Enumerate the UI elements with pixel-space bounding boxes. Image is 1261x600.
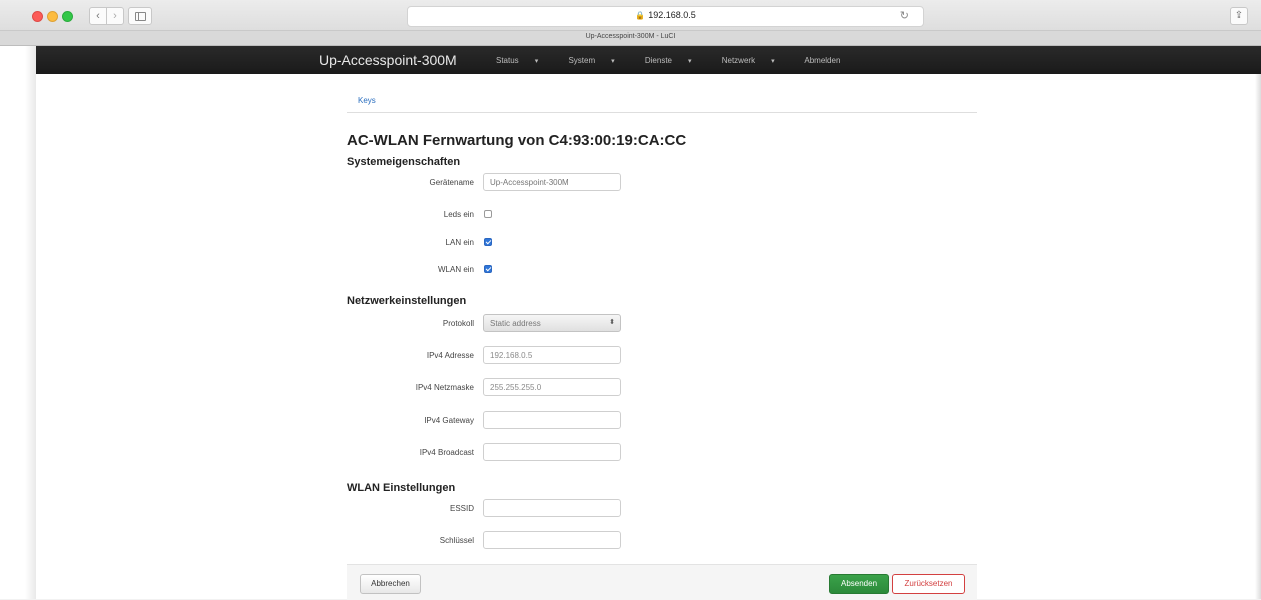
- caret-down-icon: ▾: [771, 58, 775, 65]
- reset-button[interactable]: Zurücksetzen: [892, 574, 965, 594]
- tab-strip: Up-Accesspoint-300M - LuCI: [0, 31, 1261, 46]
- menu-item-netzwerk-label: Netzwerk: [721, 56, 756, 65]
- window-edge-right: [1255, 45, 1261, 599]
- brand-title[interactable]: Up-Accesspoint-300M: [319, 52, 457, 68]
- menu-item-system[interactable]: System ▾: [568, 56, 628, 65]
- section-title-network: Netzwerkeinstellungen: [347, 295, 467, 307]
- ipv4-broadcast-input[interactable]: [483, 443, 621, 461]
- key-input[interactable]: [483, 531, 621, 549]
- caret-down-icon: ▾: [534, 58, 539, 65]
- submit-button[interactable]: Absenden: [829, 574, 889, 594]
- caret-down-icon: ▾: [611, 58, 615, 65]
- ipv4-address-input[interactable]: 192.168.0.5: [483, 346, 621, 364]
- chevron-left-icon: ‹: [96, 10, 100, 22]
- share-icon: ⇪: [1234, 10, 1244, 21]
- essid-label: ESSID: [449, 504, 474, 513]
- ipv4-netmask-label: IPv4 Netzmaske: [415, 383, 474, 392]
- window-edge: [0, 45, 36, 599]
- select-arrows-icon: ⬍: [609, 319, 615, 326]
- tab-title[interactable]: Up-Accesspoint-300M - LuCI: [0, 33, 1261, 40]
- url-text: 192.168.0.5: [648, 10, 696, 20]
- key-label: Schlüssel: [439, 536, 474, 545]
- zoom-window-button[interactable]: [62, 11, 73, 22]
- protocol-label: Protokoll: [442, 319, 474, 328]
- leds-label: Leds ein: [443, 210, 474, 219]
- lan-checkbox[interactable]: [484, 238, 492, 246]
- protocol-value: Static address: [490, 319, 541, 328]
- form-actions: Abbrechen Absenden Zurücksetzen: [347, 564, 977, 600]
- ipv4-netmask-input[interactable]: 255.255.255.0: [483, 378, 621, 396]
- lock-icon: 🔒: [635, 11, 646, 20]
- ipv4-address-label: IPv4 Adresse: [426, 351, 474, 360]
- tab-divider: [347, 112, 977, 113]
- minimize-window-button[interactable]: [47, 11, 58, 22]
- menu-item-system-label: System: [568, 56, 596, 65]
- main-menu: Status ▾ System ▾ Dienste ▾ Netzwerk ▾ Abmel…: [496, 56, 854, 65]
- section-title-wlan: WLAN Einstellungen: [347, 482, 456, 494]
- menu-item-netzwerk[interactable]: Netzwerk ▾: [722, 56, 789, 65]
- wlan-checkbox[interactable]: [484, 265, 492, 273]
- ipv4-broadcast-label: IPv4 Broadcast: [419, 448, 474, 457]
- menu-item-dienste[interactable]: Dienste ▾: [645, 56, 706, 65]
- page-title: AC-WLAN Fernwartung von C4:93:00:19:CA:C…: [347, 132, 687, 149]
- url-container: 🔒 192.168.0.5: [408, 10, 923, 20]
- section-title-system: Systemeigenschaften: [347, 156, 461, 168]
- back-button[interactable]: ‹: [89, 7, 107, 25]
- ipv4-gateway-input[interactable]: [483, 411, 621, 429]
- tab-keys[interactable]: Keys: [358, 96, 376, 105]
- browser-toolbar: ‹ › 🔒 192.168.0.5 ↻ ⇪: [0, 0, 1261, 31]
- lan-label: LAN ein: [445, 238, 474, 247]
- menu-item-dienste-label: Dienste: [644, 56, 672, 65]
- menu-item-abmelden[interactable]: Abmelden: [804, 56, 840, 65]
- forward-button[interactable]: ›: [106, 7, 124, 25]
- reload-icon[interactable]: ↻: [900, 9, 909, 22]
- menu-item-status[interactable]: Status ▾: [496, 56, 552, 65]
- cancel-button[interactable]: Abbrechen: [360, 574, 421, 594]
- wlan-label: WLAN ein: [437, 265, 474, 274]
- menu-item-status-label: Status: [496, 56, 519, 65]
- close-window-button[interactable]: [32, 11, 43, 22]
- devicename-label: Gerätename: [429, 178, 474, 187]
- ipv4-gateway-label: IPv4 Gateway: [424, 416, 474, 425]
- devicename-input[interactable]: [483, 173, 621, 191]
- share-button[interactable]: ⇪: [1230, 7, 1248, 25]
- browser-window: ‹ › 🔒 192.168.0.5 ↻ ⇪ Up-Accesspoint-300M…: [0, 0, 1261, 600]
- chevron-right-icon: ›: [113, 10, 117, 22]
- luci-header: Up-Accesspoint-300M Status ▾ System ▾ Dien…: [36, 46, 1261, 74]
- protocol-select[interactable]: Static address ⬍: [483, 314, 621, 332]
- essid-input[interactable]: [483, 499, 621, 517]
- leds-checkbox[interactable]: [484, 210, 492, 218]
- sidebar-toggle-button[interactable]: [128, 7, 152, 25]
- address-bar[interactable]: 🔒 192.168.0.5 ↻: [407, 6, 924, 27]
- caret-down-icon: ▾: [687, 58, 692, 65]
